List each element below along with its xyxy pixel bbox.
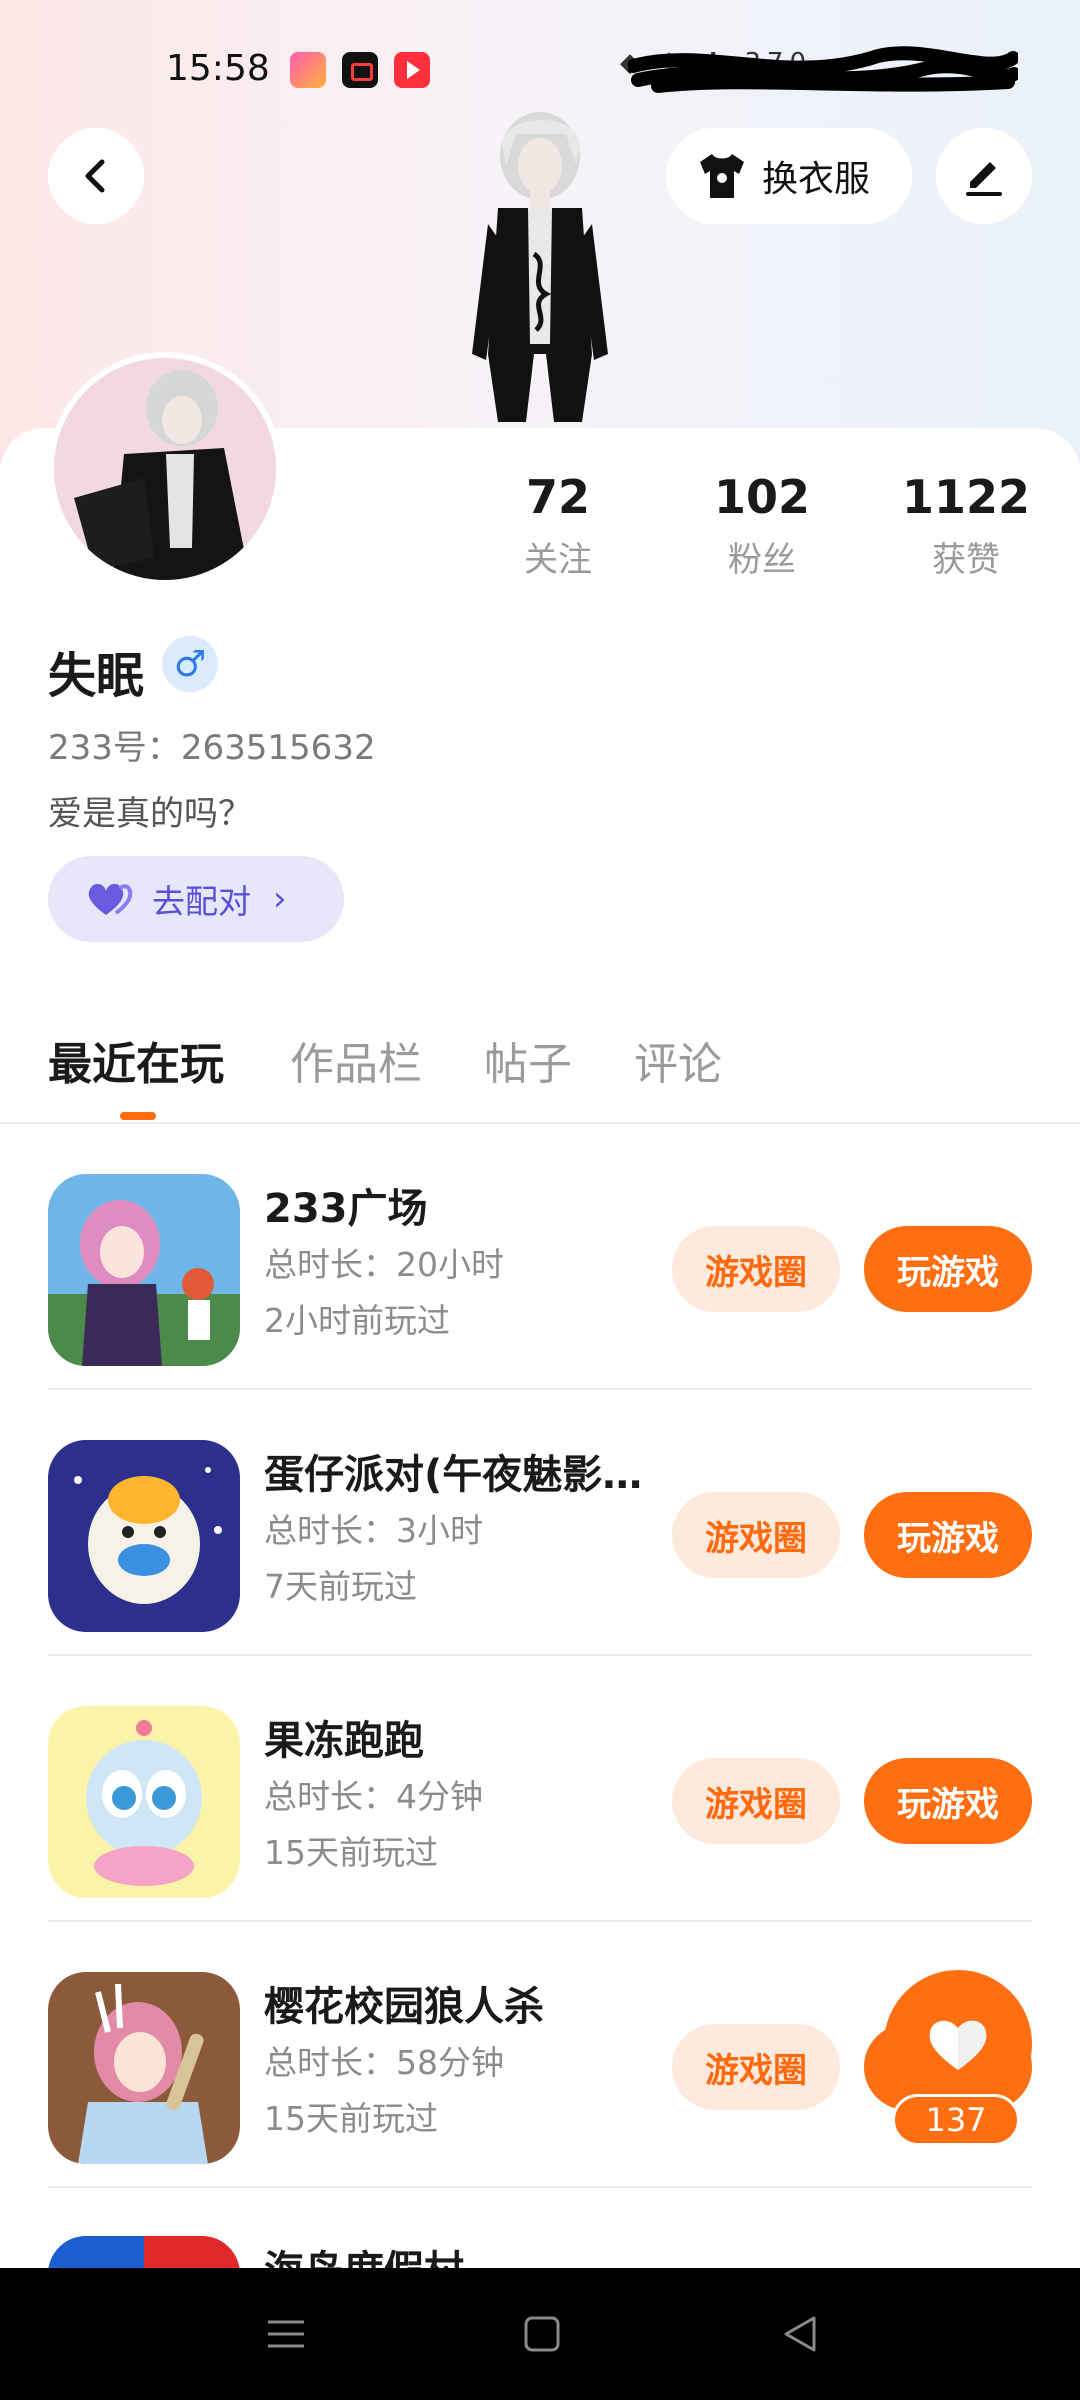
stat-fans-value: 102 (713, 470, 811, 524)
profile-tabs: 最近在玩 作品栏 帖子 评论 (0, 1020, 1080, 1124)
stat-fans-label: 粉丝 (728, 540, 796, 580)
edit-profile-button[interactable] (936, 128, 1032, 224)
stat-likes[interactable]: 1122 获赞 (866, 470, 1066, 581)
game-last-played: 15天前玩过 (264, 1833, 438, 1872)
tab-posts[interactable]: 帖子 (484, 1028, 572, 1092)
pencil-icon (966, 162, 1002, 196)
game-233-plaza-icon[interactable] (48, 1174, 240, 1366)
back-button[interactable] (48, 128, 144, 224)
profile-name: 失眠 (48, 648, 145, 704)
eggy-party-icon[interactable] (48, 1440, 240, 1632)
avatar-character-figure (472, 112, 608, 422)
play-game-button[interactable]: 玩游戏 (864, 1758, 1032, 1844)
stat-likes-value: 1122 (901, 470, 1031, 524)
menu-icon[interactable] (266, 2314, 306, 2354)
back-nav-icon[interactable] (780, 2314, 820, 2354)
game-title: 樱花校园狼人杀 (264, 1984, 544, 2030)
stat-likes-label: 获赞 (932, 540, 1000, 580)
avatar-portrait-image (54, 358, 276, 580)
partial-game-icon (48, 2236, 240, 2268)
app-notification-icon (290, 52, 326, 88)
match-button[interactable]: 去配对 › (48, 856, 344, 942)
game-last-played: 15天前玩过 (264, 2099, 438, 2138)
game-last-played: 2小时前玩过 (264, 1301, 450, 1340)
game-title: 233广场 (264, 1186, 428, 1232)
home-icon[interactable] (522, 2314, 562, 2354)
stat-following[interactable]: 72 关注 (458, 470, 658, 581)
list-item[interactable]: 果冻跑跑 总时长：4分钟 15天前玩过 游戏圈 玩游戏 (0, 1656, 1080, 1922)
status-bar: 15:58 ◆ ✈ ✱ 370 (0, 42, 1080, 98)
list-item[interactable]: 233广场 总时长：20小时 2小时前玩过 游戏圈 玩游戏 (0, 1124, 1080, 1390)
game-title: 果冻跑跑 (264, 1718, 424, 1764)
hearts-icon (88, 883, 133, 915)
list-item-partial[interactable]: 海岛度假村 (0, 2236, 1080, 2268)
game-duration: 总时长：58分钟 (264, 2043, 504, 2082)
game-duration: 总时长：20小时 (264, 1245, 504, 1284)
play-game-button[interactable]: 玩游戏 (864, 1492, 1032, 1578)
profile-id: 233号：263515632 (48, 728, 376, 768)
tab-recently-played[interactable]: 最近在玩 (48, 1028, 224, 1092)
game-circle-button[interactable]: 游戏圈 (672, 1226, 840, 1312)
tab-works[interactable]: 作品栏 (290, 1028, 422, 1092)
active-tab-indicator (120, 1112, 156, 1120)
game-circle-button[interactable]: 游戏圈 (672, 1492, 840, 1578)
shirt-icon (700, 154, 744, 198)
chevron-left-icon (85, 159, 105, 193)
status-time: 15:58 (166, 48, 270, 89)
avatar[interactable] (48, 352, 282, 586)
male-gender-icon: ♂ (162, 636, 218, 692)
list-item[interactable]: 蛋仔派对(午夜魅影… 总时长：3小时 7天前玩过 游戏圈 玩游戏 (0, 1390, 1080, 1656)
stat-following-label: 关注 (524, 540, 592, 580)
profile-bio: 爱是真的吗？ (48, 794, 252, 834)
chevron-right-icon: › (273, 879, 287, 919)
heart-icon (929, 2020, 987, 2070)
change-outfit-label: 换衣服 (762, 159, 871, 200)
game-duration: 总时长：4分钟 (264, 1777, 483, 1816)
video-app-notification-icon (342, 52, 378, 88)
play-game-button[interactable]: 玩游戏 (864, 1226, 1032, 1312)
redaction-scribble (628, 46, 1018, 93)
divider (48, 2186, 1032, 2188)
game-circle-button[interactable]: 游戏圈 (672, 1758, 840, 1844)
sakura-werewolf-icon[interactable] (48, 1972, 240, 2164)
game-last-played: 7天前玩过 (264, 1567, 417, 1606)
match-label: 去配对 (152, 882, 251, 921)
game-title: 蛋仔派对(午夜魅影… (264, 1452, 643, 1498)
system-navigation-bar (0, 2268, 1080, 2400)
jelly-run-icon[interactable] (48, 1706, 240, 1898)
like-count-badge: 137 (892, 2094, 1020, 2146)
game-title: 海岛度假村 (264, 2238, 464, 2268)
stat-following-value: 72 (525, 470, 590, 524)
change-outfit-button[interactable]: 换衣服 (666, 128, 912, 224)
stat-fans[interactable]: 102 粉丝 (662, 470, 862, 581)
game-duration: 总时长：3小时 (264, 1511, 483, 1550)
tab-comments[interactable]: 评论 (634, 1028, 722, 1092)
game-circle-button[interactable]: 游戏圈 (672, 2024, 840, 2110)
play-app-notification-icon (394, 52, 430, 88)
